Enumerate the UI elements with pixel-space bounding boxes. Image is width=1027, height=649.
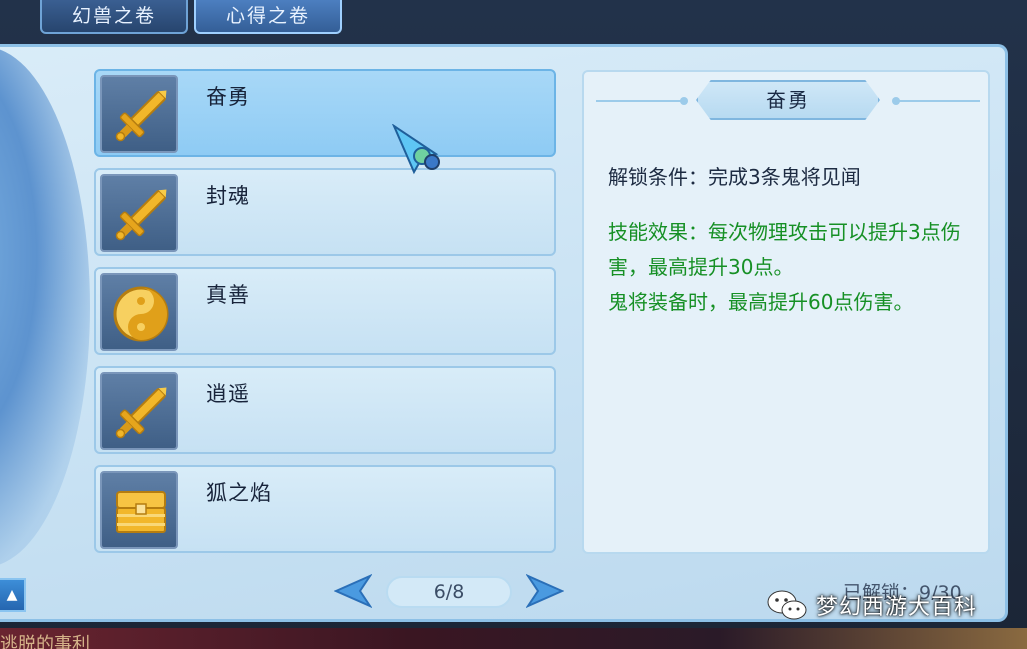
scroll-up-button[interactable]: ▲ bbox=[0, 578, 26, 612]
page-indicator: 6/8 bbox=[386, 576, 512, 608]
skill-icon-frame bbox=[100, 471, 178, 549]
skill-effect-line: 鬼将装备时，最高提升60点伤害。 bbox=[608, 290, 914, 314]
bottom-scene-strip bbox=[0, 628, 1027, 649]
skill-effect-line: 技能效果：每次物理攻击可以提升3点伤害，最高提升30点。 bbox=[608, 220, 961, 279]
skill-name: 逍遥 bbox=[206, 382, 250, 406]
watermark: 梦幻西游大百科 bbox=[766, 588, 977, 622]
skill-detail-panel: 奋勇 解锁条件：完成3条鬼将见闻 技能效果：每次物理攻击可以提升3点伤害，最高提… bbox=[582, 70, 990, 554]
title-divider-left bbox=[596, 100, 684, 102]
triangle-up-icon: ▲ bbox=[6, 587, 18, 603]
skill-icon-frame bbox=[100, 75, 178, 153]
skill-icon-frame bbox=[100, 174, 178, 252]
bottom-scene-text: 逃脱的事利 bbox=[0, 634, 90, 649]
skill-icon-frame bbox=[100, 372, 178, 450]
wechat-logo-icon bbox=[767, 590, 807, 620]
skill-name: 狐之焰 bbox=[206, 481, 272, 505]
sword-icon bbox=[115, 90, 167, 142]
treasure-chest-icon bbox=[116, 491, 166, 533]
unlock-condition: 解锁条件：完成3条鬼将见闻 bbox=[608, 165, 861, 189]
game-window: 幻兽之卷 心得之卷 奋勇 封魂 真善 逍遥 狐之焰 奋勇 解锁条件：完成3条鬼将… bbox=[0, 0, 1027, 649]
title-ornament-left bbox=[680, 97, 688, 105]
skill-icon-frame bbox=[100, 273, 178, 351]
skill-item-zhenshan[interactable]: 真善 bbox=[94, 267, 556, 355]
skill-name: 奋勇 bbox=[206, 85, 250, 109]
yin-yang-icon bbox=[113, 286, 169, 342]
tab-beast-scroll[interactable]: 幻兽之卷 bbox=[40, 0, 188, 34]
skill-item-huzhiyan[interactable]: 狐之焰 bbox=[94, 465, 556, 553]
skill-item-fenyong[interactable]: 奋勇 bbox=[94, 69, 556, 157]
title-divider-right bbox=[896, 100, 980, 102]
skill-detail-body: 解锁条件：完成3条鬼将见闻 技能效果：每次物理攻击可以提升3点伤害，最高提升30… bbox=[608, 160, 978, 320]
skill-name: 封魂 bbox=[206, 184, 250, 208]
tab-insight-scroll[interactable]: 心得之卷 bbox=[194, 0, 342, 34]
next-page-arrow-icon[interactable] bbox=[526, 573, 564, 609]
prev-page-arrow-icon[interactable] bbox=[334, 573, 372, 609]
sword-icon bbox=[115, 387, 167, 439]
watermark-text: 梦幻西游大百科 bbox=[816, 595, 978, 620]
decorative-background bbox=[0, 47, 90, 567]
skill-item-fenghun[interactable]: 封魂 bbox=[94, 168, 556, 256]
game-cursor-icon bbox=[392, 124, 440, 175]
skill-detail-title: 奋勇 bbox=[696, 80, 880, 120]
sword-icon bbox=[115, 189, 167, 241]
skill-item-xiaoyao[interactable]: 逍遥 bbox=[94, 366, 556, 454]
main-panel: 奋勇 封魂 真善 逍遥 狐之焰 奋勇 解锁条件：完成3条鬼将见闻 技能效果：每次… bbox=[0, 44, 1008, 622]
skill-name: 真善 bbox=[206, 283, 250, 307]
skill-effect: 技能效果：每次物理攻击可以提升3点伤害，最高提升30点。 鬼将装备时，最高提升6… bbox=[608, 215, 978, 320]
